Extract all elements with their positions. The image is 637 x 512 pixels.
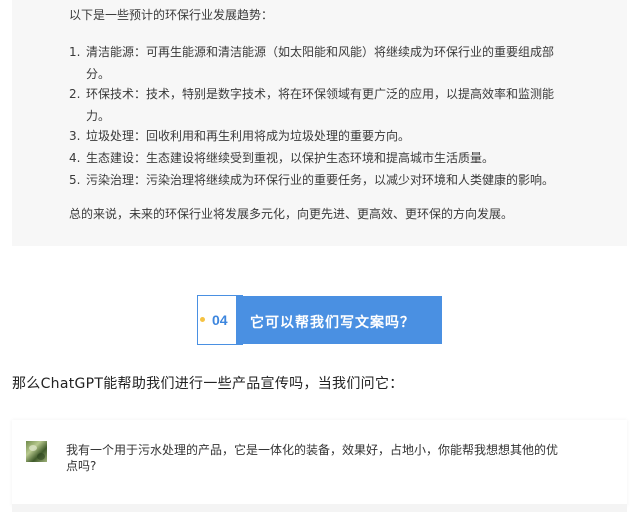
list-item: 1. 清洁能源：可再生能源和清洁能源（如太阳能和风能）将继续成为环保行业的重要组… [69,41,569,85]
list-number: 5. [69,173,81,187]
section-number: 04 [212,312,228,328]
section-title: 它可以帮我们写文案吗？ [250,315,415,331]
avatar [26,441,47,462]
list-number: 2. [69,87,81,101]
list-text-line: 力。 [86,109,111,123]
section-title-box: 它可以帮我们写文案吗？ [236,296,442,344]
list-text-line: 垃圾处理：回收利用和再生利用将成为垃圾处理的重要方向。 [86,129,411,143]
bullet-dot-icon [200,317,205,322]
list-text-line: 环保技术：技术，特别是数字技术，将在环保领域有更广泛的应用，以提高效率和监测能 [86,87,555,101]
chat-message-card: 我有一个用于污水处理的产品，它是一体化的装备，效果好，占地小，你能帮我想想其他的… [12,420,627,506]
list-item: 4. 生态建设：生态建设将继续受到重视，以保护生态环境和提高城市生活质量。 [69,147,569,169]
divider [12,504,627,512]
avatar-highlight [29,445,37,451]
question-paragraph: 那么ChatGPT能帮助我们进行一些产品宣传吗，当我们问它： [12,376,404,392]
list-text-line: 分。 [86,67,111,81]
chat-message-text: 我有一个用于污水处理的产品，它是一体化的装备，效果好，占地小，你能帮我想想其他的… [66,443,559,473]
list-number: 1. [69,45,81,59]
list-text-line: 生态建设：生态建设将继续受到重视，以保护生态环境和提高城市生活质量。 [86,151,495,165]
list-text-line: 污染治理：污染治理将继续成为环保行业的重要任务，以减少对环境和人类健康的影响。 [86,173,555,187]
list-number: 4. [69,151,81,165]
list-item: 3. 垃圾处理：回收利用和再生利用将成为垃圾处理的重要方向。 [69,125,569,147]
answer-intro: 以下是一些预计的环保行业发展趋势： [69,8,274,22]
list-number: 3. [69,129,81,143]
section-header: 04 它可以帮我们写文案吗？ [197,295,442,345]
answer-summary: 总的来说，未来的环保行业将发展多元化，向更先进、更高效、更环保的方向发展。 [69,207,514,221]
list-item: 2. 环保技术：技术，特别是数字技术，将在环保领域有更广泛的应用，以提高效率和监… [69,83,569,127]
list-text-line: 清洁能源：可再生能源和清洁能源（如太阳能和风能）将继续成为环保行业的重要组成部 [86,45,555,59]
list-item: 5. 污染治理：污染治理将继续成为环保行业的重要任务，以减少对环境和人类健康的影… [69,169,569,191]
avatar-shadow [37,453,45,460]
